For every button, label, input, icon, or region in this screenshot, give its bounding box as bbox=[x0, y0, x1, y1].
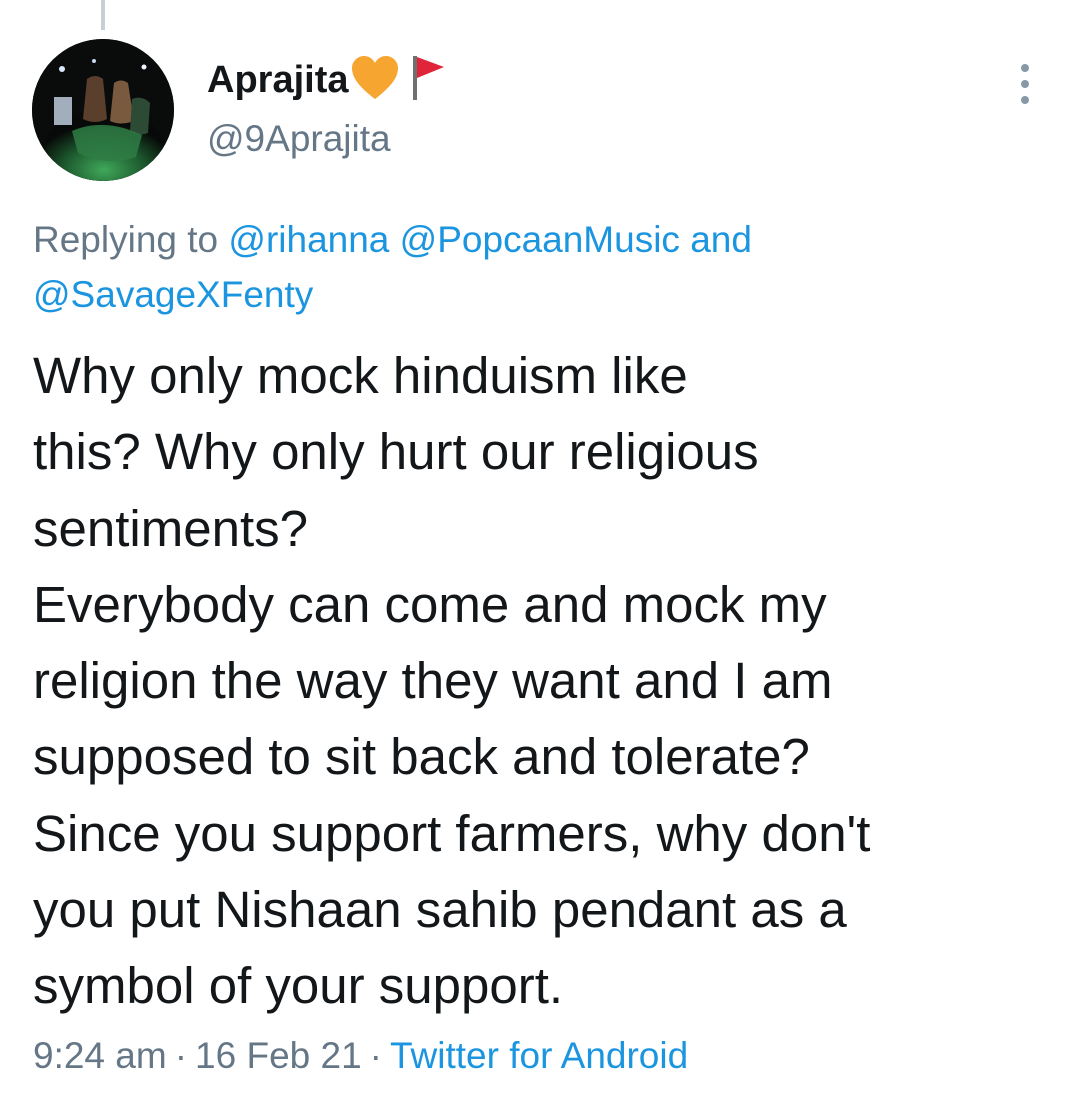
meta-separator: · bbox=[369, 1035, 382, 1076]
more-options-icon[interactable] bbox=[1018, 64, 1032, 104]
tweet-time[interactable]: 9:24 am bbox=[33, 1035, 167, 1076]
display-name[interactable]: Aprajita bbox=[207, 59, 348, 102]
tweet-text-line: this? Why only hurt our religious bbox=[33, 423, 759, 481]
tweet-text-line: Since you support farmers, why don't bbox=[33, 804, 871, 862]
tweet-text-line: supposed to sit back and tolerate? bbox=[33, 728, 810, 786]
avatar[interactable] bbox=[32, 39, 174, 181]
reply-context: Replying to @rihanna @PopcaanMusic and @… bbox=[33, 212, 993, 322]
thread-connector-line bbox=[101, 0, 105, 30]
tweet-text-line: Why only mock hinduism like bbox=[33, 347, 688, 404]
tweet-metadata: 9:24 am · 16 Feb 21 · Twitter for Android bbox=[33, 1030, 688, 1082]
more-dot bbox=[1021, 96, 1029, 104]
meta-separator: · bbox=[174, 1035, 188, 1076]
triangular-flag-icon bbox=[410, 54, 446, 107]
tweet-text-line: you put Nishaan sahib pendant as a bbox=[33, 881, 847, 939]
user-handle[interactable]: @9Aprajita bbox=[207, 118, 446, 160]
tweet-source-link[interactable]: Twitter for Android bbox=[390, 1035, 688, 1076]
orange-heart-icon bbox=[350, 55, 400, 106]
more-dot bbox=[1021, 80, 1029, 88]
mention-and[interactable]: and bbox=[690, 219, 752, 260]
tweet-text-line: religion the way they want and I am bbox=[33, 652, 833, 710]
more-dot bbox=[1021, 64, 1029, 72]
tweet-date[interactable]: 16 Feb 21 bbox=[195, 1035, 362, 1076]
avatar-photo bbox=[32, 39, 174, 181]
display-name-row: Aprajita bbox=[207, 52, 446, 108]
tweet-text: Why only mock hinduism like this? Why on… bbox=[33, 338, 1033, 1025]
tweet-text-line: sentiments? bbox=[33, 499, 308, 557]
mention-savagexfenty[interactable]: @SavageXFenty bbox=[33, 274, 313, 315]
tweet-text-line: Everybody can come and mock my bbox=[33, 575, 827, 633]
tweet-author[interactable]: Aprajita @9Aprajita bbox=[207, 52, 446, 160]
replying-to-label: Replying to bbox=[33, 219, 219, 260]
mention-popcaanmusic[interactable]: @PopcaanMusic bbox=[400, 219, 680, 260]
tweet-text-line: symbol of your support. bbox=[33, 957, 564, 1015]
mention-rihanna[interactable]: @rihanna bbox=[228, 219, 389, 260]
